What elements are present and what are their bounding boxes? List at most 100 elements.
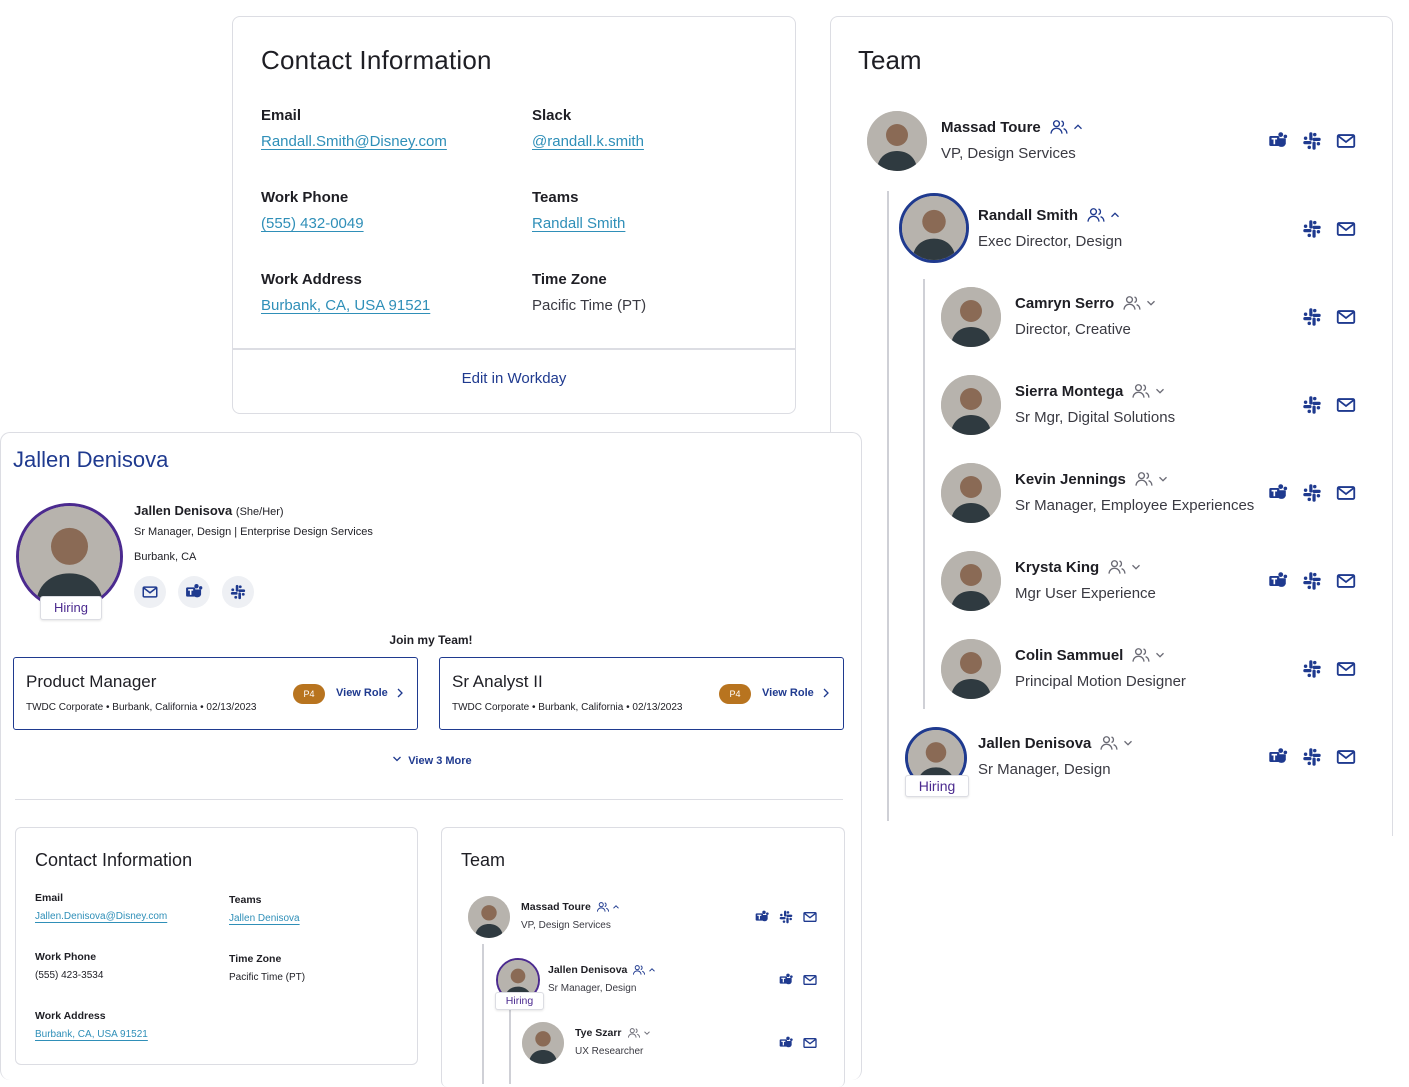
view-role-link[interactable]: View Role (336, 686, 406, 700)
slack-icon[interactable] (1301, 746, 1323, 768)
email-link[interactable]: Jallen.Denisova@Disney.com (35, 911, 167, 922)
slack-icon[interactable] (1301, 482, 1323, 504)
member-name-text[interactable]: Camryn Serro (1015, 295, 1114, 312)
member-name[interactable]: Massad Toure (941, 117, 1085, 137)
mail-icon[interactable] (1335, 394, 1357, 416)
member-name[interactable]: Sierra Montega (1015, 381, 1167, 401)
teams-icon[interactable] (1267, 482, 1289, 504)
teams-button[interactable] (178, 576, 210, 608)
member-name-text[interactable]: Tye Szarr (575, 1027, 622, 1039)
people-icon[interactable] (1122, 293, 1142, 313)
slack-icon[interactable] (778, 909, 794, 925)
member-name[interactable]: Kevin Jennings (1015, 469, 1170, 489)
people-icon[interactable] (1107, 557, 1127, 577)
teams-icon[interactable] (778, 972, 794, 988)
slack-button[interactable] (222, 576, 254, 608)
mail-icon[interactable] (1335, 218, 1357, 240)
mail-icon[interactable] (802, 909, 818, 925)
chevron-right-icon (820, 686, 832, 700)
avatar[interactable] (941, 551, 1001, 611)
member-name-text[interactable]: Sierra Montega (1015, 383, 1123, 400)
member-name[interactable]: Tye Szarr (575, 1026, 652, 1040)
slack-link[interactable]: @randall.k.smith (532, 133, 644, 150)
people-icon[interactable] (1099, 733, 1119, 753)
chevron-up-icon[interactable] (647, 965, 657, 975)
work-phone-link[interactable]: (555) 432-0049 (261, 215, 364, 232)
people-icon[interactable] (1131, 645, 1151, 665)
avatar[interactable] (522, 1022, 564, 1064)
chevron-down-icon[interactable] (1153, 648, 1167, 662)
teams-link[interactable]: Jallen Denisova (229, 913, 300, 924)
member-name[interactable]: Colin Sammuel (1015, 645, 1167, 665)
teams-icon[interactable] (1267, 570, 1289, 592)
chevron-down-icon[interactable] (1153, 384, 1167, 398)
work-address-link[interactable]: Burbank, CA, USA 91521 (35, 1029, 148, 1040)
mail-icon[interactable] (802, 972, 818, 988)
member-title: VP, Design Services (521, 920, 611, 931)
slack-icon[interactable] (1301, 658, 1323, 680)
slack-icon[interactable] (1301, 306, 1323, 328)
slack-icon[interactable] (1301, 130, 1323, 152)
chevron-down-icon[interactable] (1121, 736, 1135, 750)
role-meta: TWDC Corporate • Burbank, California • 0… (26, 702, 257, 713)
chevron-up-icon[interactable] (1108, 208, 1122, 222)
teams-icon[interactable] (1267, 130, 1289, 152)
people-icon[interactable] (1134, 469, 1154, 489)
member-name[interactable]: Massad Toure (521, 900, 621, 914)
view-role-link[interactable]: View Role (762, 686, 832, 700)
avatar[interactable] (941, 463, 1001, 523)
member-name-text[interactable]: Colin Sammuel (1015, 647, 1123, 664)
avatar[interactable] (899, 193, 969, 263)
mail-icon[interactable] (1335, 482, 1357, 504)
member-name-text[interactable]: Massad Toure (941, 119, 1041, 136)
mail-icon[interactable] (1335, 306, 1357, 328)
slack-icon[interactable] (1301, 218, 1323, 240)
member-name[interactable]: Jallen Denisova (548, 963, 657, 977)
chevron-up-icon[interactable] (1071, 120, 1085, 134)
chevron-up-icon[interactable] (611, 902, 621, 912)
people-icon[interactable] (632, 963, 646, 977)
avatar[interactable] (867, 111, 927, 171)
member-name-text[interactable]: Massad Toure (521, 901, 591, 913)
people-icon[interactable] (596, 900, 610, 914)
mail-icon[interactable] (1335, 570, 1357, 592)
people-icon[interactable] (1131, 381, 1151, 401)
mail-icon[interactable] (1335, 746, 1357, 768)
member-name-text[interactable]: Jallen Denisova (548, 964, 627, 976)
chevron-down-icon[interactable] (642, 1028, 652, 1038)
teams-icon[interactable] (778, 1035, 794, 1051)
avatar[interactable] (941, 639, 1001, 699)
avatar[interactable] (941, 375, 1001, 435)
member-name-text[interactable]: Kevin Jennings (1015, 471, 1126, 488)
mail-icon[interactable] (802, 1035, 818, 1051)
chevron-down-icon[interactable] (1144, 296, 1158, 310)
chevron-down-icon[interactable] (1156, 472, 1170, 486)
people-icon[interactable] (1049, 117, 1069, 137)
member-name-text[interactable]: Krysta King (1015, 559, 1099, 576)
people-icon[interactable] (627, 1026, 641, 1040)
avatar[interactable] (941, 287, 1001, 347)
email-button[interactable] (134, 576, 166, 608)
avatar[interactable] (468, 896, 510, 938)
member-name[interactable]: Jallen Denisova (978, 733, 1135, 753)
edit-in-workday-link[interactable]: Edit in Workday (233, 370, 795, 387)
role-card[interactable]: Sr Analyst II TWDC Corporate • Burbank, … (439, 657, 844, 730)
teams-icon[interactable] (1267, 746, 1289, 768)
mail-icon[interactable] (1335, 130, 1357, 152)
member-name[interactable]: Krysta King (1015, 557, 1143, 577)
mail-icon[interactable] (1335, 658, 1357, 680)
people-icon[interactable] (1086, 205, 1106, 225)
member-name-text[interactable]: Randall Smith (978, 207, 1078, 224)
slack-icon[interactable] (1301, 394, 1323, 416)
chevron-down-icon[interactable] (1129, 560, 1143, 574)
work-address-link[interactable]: Burbank, CA, USA 91521 (261, 297, 430, 314)
teams-icon[interactable] (754, 909, 770, 925)
member-name[interactable]: Randall Smith (978, 205, 1122, 225)
view-more-button[interactable]: View 3 More (1, 753, 861, 767)
member-name[interactable]: Camryn Serro (1015, 293, 1158, 313)
member-name-text[interactable]: Jallen Denisova (978, 735, 1091, 752)
email-link[interactable]: Randall.Smith@Disney.com (261, 133, 447, 150)
slack-icon[interactable] (1301, 570, 1323, 592)
role-card[interactable]: Product Manager TWDC Corporate • Burbank… (13, 657, 418, 730)
teams-link[interactable]: Randall Smith (532, 215, 625, 232)
